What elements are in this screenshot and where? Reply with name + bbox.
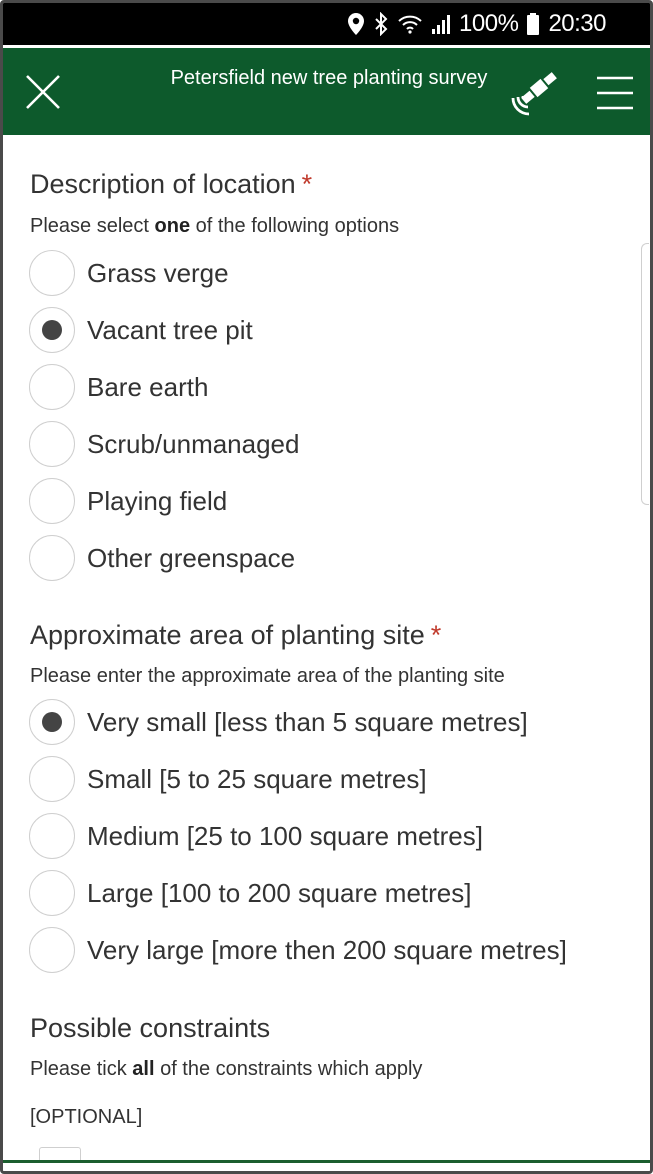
survey-title: Petersfield new tree planting survey xyxy=(170,67,488,89)
status-bar: 100% 20:30 xyxy=(3,3,650,45)
option-label: Very large [more then 200 square metres] xyxy=(87,934,567,965)
radio-button[interactable] xyxy=(29,478,75,524)
constraint-checkbox[interactable] xyxy=(39,1147,81,1171)
option-label: Very small [less than 5 square metres] xyxy=(87,706,528,737)
radio-option-very-large[interactable]: Very large [more then 200 square metres] xyxy=(29,925,567,975)
hint-text: of the constraints which apply xyxy=(154,1058,423,1080)
close-button[interactable] xyxy=(23,72,63,112)
menu-button[interactable] xyxy=(595,76,635,110)
hint-text: Please select xyxy=(30,215,155,237)
optional-label: [OPTIONAL] xyxy=(30,1106,143,1128)
survey-form: Description of location * Please select o… xyxy=(3,135,650,1171)
clock: 20:30 xyxy=(548,10,606,37)
gps-button[interactable] xyxy=(507,68,559,118)
question-title-constraints: Possible constraints xyxy=(30,1013,270,1044)
radio-button[interactable] xyxy=(29,535,75,581)
question-hint-area: Please enter the approximate area of the… xyxy=(30,665,505,687)
question-title-text: Approximate area of planting site xyxy=(30,620,425,650)
option-label: Other greenspace xyxy=(87,542,296,573)
radio-button[interactable] xyxy=(29,870,75,916)
radio-dot xyxy=(42,320,62,340)
wifi-icon xyxy=(397,13,423,35)
option-label: Grass verge xyxy=(87,257,229,288)
battery-percent: 100% xyxy=(459,10,519,37)
question-title-text: Possible constraints xyxy=(30,1013,271,1043)
hint-bold: one xyxy=(154,215,191,237)
app-header: Petersfield new tree planting survey xyxy=(3,48,650,135)
radio-option-medium[interactable]: Medium [25 to 100 square metres] xyxy=(29,811,483,861)
app-frame: 100% 20:30 Petersfield new tree planting… xyxy=(0,0,653,1174)
radio-option-bare-earth[interactable]: Bare earth xyxy=(29,362,208,412)
battery-icon xyxy=(526,12,540,36)
radio-option-grass-verge[interactable]: Grass verge xyxy=(29,248,229,298)
hamburger-menu-icon xyxy=(597,76,633,110)
radio-option-scrub[interactable]: Scrub/unmanaged xyxy=(29,419,299,469)
option-label: Vacant tree pit xyxy=(87,314,253,345)
question-hint-constraints: Please tick all of the constraints which… xyxy=(30,1058,422,1081)
signal-icon xyxy=(431,13,451,35)
radio-button[interactable] xyxy=(29,756,75,802)
radio-option-other-greenspace[interactable]: Other greenspace xyxy=(29,533,295,583)
option-label: Large [100 to 200 square metres] xyxy=(87,877,472,908)
radio-button[interactable] xyxy=(29,927,75,973)
bluetooth-icon xyxy=(373,12,389,36)
option-label: Medium [25 to 100 square metres] xyxy=(87,820,483,851)
close-icon xyxy=(26,75,60,109)
radio-dot xyxy=(42,712,62,732)
hint-text: Please tick xyxy=(30,1058,133,1080)
radio-button[interactable] xyxy=(29,364,75,410)
hint-text: of the following options xyxy=(190,215,400,237)
radio-option-small[interactable]: Small [5 to 25 square metres] xyxy=(29,754,427,804)
option-label: Scrub/unmanaged xyxy=(87,428,300,459)
radio-option-large[interactable]: Large [100 to 200 square metres] xyxy=(29,868,471,918)
option-label: Small [5 to 25 square metres] xyxy=(87,763,427,794)
radio-button-selected[interactable] xyxy=(29,699,75,745)
radio-option-playing-field[interactable]: Playing field xyxy=(29,476,227,526)
option-label: Playing field xyxy=(87,485,228,516)
hint-bold: all xyxy=(132,1058,155,1080)
option-label: Bare earth xyxy=(87,371,209,402)
radio-option-very-small[interactable]: Very small [less than 5 square metres] xyxy=(29,697,528,747)
question-title-text: Description of location xyxy=(30,169,296,199)
question-title-area: Approximate area of planting site * xyxy=(30,620,441,651)
location-icon xyxy=(347,12,365,36)
radio-button[interactable] xyxy=(29,813,75,859)
satellite-icon xyxy=(511,72,557,116)
required-mark: * xyxy=(430,620,442,650)
question-hint-location: Please select one of the following optio… xyxy=(30,215,399,238)
scrollbar[interactable] xyxy=(641,243,649,505)
radio-button[interactable] xyxy=(29,421,75,467)
radio-button-selected[interactable] xyxy=(29,307,75,353)
question-title-location: Description of location * xyxy=(30,169,312,200)
radio-option-vacant-tree-pit[interactable]: Vacant tree pit xyxy=(29,305,253,355)
required-mark: * xyxy=(301,169,313,199)
radio-button[interactable] xyxy=(29,250,75,296)
